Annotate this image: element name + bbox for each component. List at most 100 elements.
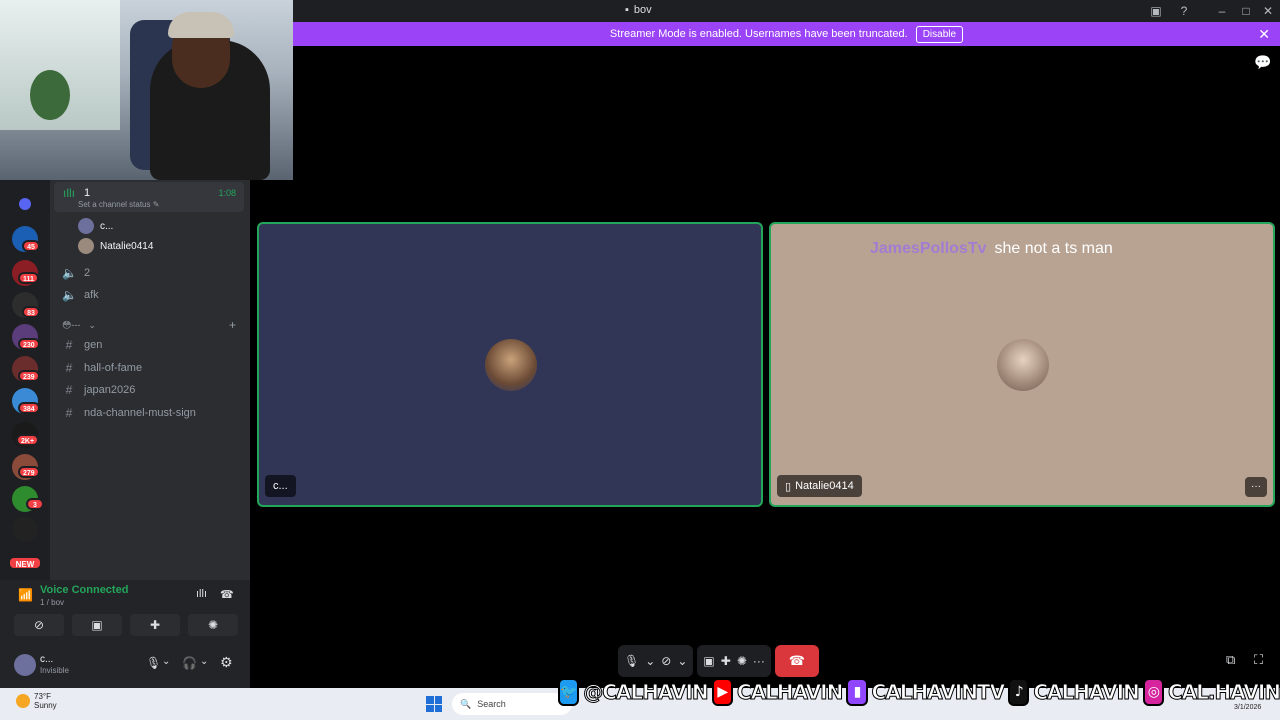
search-icon: 🔍 <box>460 698 472 709</box>
user-status: Invisible <box>40 666 69 675</box>
video-off-button[interactable]: ⊘ <box>14 614 64 636</box>
headphones-icon[interactable]: 🎧 <box>182 656 197 670</box>
camera-off-button[interactable]: ⊘ <box>661 654 671 668</box>
new-badge: NEW <box>8 556 42 570</box>
text-channel-hall-of-fame[interactable]: # hall-of-fame <box>58 357 244 379</box>
stream-chat-overlay: JamesPollosTv she not a ts man <box>870 240 1113 258</box>
chat-icon[interactable]: 💬 <box>1254 54 1271 71</box>
username: c... <box>40 654 54 665</box>
youtube-icon: ▶ <box>711 678 733 706</box>
chevron-down-icon: ⌄ <box>88 319 96 330</box>
add-channel-icon[interactable]: + <box>229 318 236 332</box>
hang-up-button[interactable]: ☎ <box>774 645 819 677</box>
fullscreen-icon[interactable]: ⛶ <box>1254 652 1263 668</box>
chevron-down-icon[interactable]: ⌄ <box>200 656 208 667</box>
action-control-group: ▣ ✚ ✺ ··· <box>697 645 771 677</box>
windows-start-icon[interactable] <box>426 696 442 712</box>
participant-name-tag: ▯ Natalie0414 <box>777 475 862 497</box>
call-timer: 1:08 <box>218 188 236 198</box>
voice-channel-path[interactable]: 1 / bov <box>40 598 64 607</box>
dm-folder-icon[interactable] <box>19 198 31 210</box>
category-header[interactable]: 😳--- ⌄ + <box>58 314 244 336</box>
mention-badge: 230 <box>18 338 40 350</box>
close-window-button[interactable]: ✕ <box>1260 3 1276 19</box>
voice-channel-afk[interactable]: 🔈 afk <box>58 284 244 306</box>
mention-badge: 83 <box>22 306 40 318</box>
weather-widget[interactable]: 73°F Sunny <box>16 692 57 710</box>
webcam-overlay <box>0 0 293 180</box>
mic-control-group: 🎙 ⌄ ⊘ ⌄ <box>618 645 694 677</box>
minimize-button[interactable]: – <box>1214 3 1230 19</box>
voice-activity-icon: ıllı <box>63 186 75 200</box>
close-icon[interactable]: ✕ <box>1258 26 1270 43</box>
channel-list: ıllı 1 1:08 Set a channel status ✎ c... … <box>50 180 250 580</box>
hash-icon: # <box>65 406 73 420</box>
social-handles-overlay: 🐦 @CALHAVIN ▶ CALHAVIN ▮ CALHAVINTV ♪ CA… <box>558 674 1280 710</box>
text-channel-nda[interactable]: # nda-channel-must-sign <box>58 402 244 424</box>
disable-streamer-mode-button[interactable]: Disable <box>915 25 964 43</box>
voice-panel: 📶 Voice Connected 1 / bov ıllı ☎ ⊘ ▣ ✚ ✺… <box>0 580 250 688</box>
participant-avatar <box>485 339 537 391</box>
taskbar-search[interactable]: 🔍 Search <box>452 693 572 715</box>
chevron-down-icon[interactable]: ⌄ <box>162 656 170 667</box>
streamer-mode-banner: Streamer Mode is enabled. Usernames have… <box>293 22 1280 46</box>
more-button[interactable]: ··· <box>753 654 765 668</box>
window-title: ▪ bov <box>625 4 652 16</box>
popout-icon[interactable]: ⧉ <box>1226 652 1235 668</box>
server-icon: ▪ <box>625 4 629 16</box>
avatar <box>78 238 94 254</box>
twitch-icon: ▮ <box>846 678 868 706</box>
speaker-icon: 🔈 <box>62 288 77 302</box>
voice-channel-2[interactable]: 🔈 2 <box>58 262 244 284</box>
maximize-button[interactable]: □ <box>1238 3 1254 19</box>
screen-share-button[interactable]: ▣ <box>703 654 714 668</box>
twitter-icon: 🐦 <box>558 678 580 706</box>
gear-icon[interactable]: ⚙ <box>220 654 233 671</box>
soundboard-button[interactable]: ✺ <box>188 614 238 636</box>
instagram-icon: ◎ <box>1142 678 1164 706</box>
signal-icon: 📶 <box>18 588 33 602</box>
channel-status-input[interactable]: Set a channel status ✎ <box>78 200 159 209</box>
activities-button[interactable]: ✚ <box>721 654 731 668</box>
text-channel-gen[interactable]: # gen <box>58 334 244 356</box>
disconnect-icon[interactable]: ☎ <box>220 588 234 601</box>
mention-badge: 279 <box>18 466 40 478</box>
avatar <box>78 218 94 234</box>
server-icon[interactable] <box>12 516 38 542</box>
screen-share-button[interactable]: ▣ <box>72 614 122 636</box>
chat-message: she not a ts man <box>994 240 1113 257</box>
hash-icon: # <box>65 338 73 352</box>
microphone-button[interactable]: 🎙 <box>624 654 639 668</box>
banner-text: Streamer Mode is enabled. Usernames have… <box>609 28 908 40</box>
voice-connected-label: Voice Connected <box>40 584 129 596</box>
tiktok-icon: ♪ <box>1008 678 1030 706</box>
participant-name-tag: c... <box>265 475 296 497</box>
voice-member[interactable]: c... <box>78 218 113 234</box>
more-options-button[interactable]: ··· <box>1245 477 1267 497</box>
hash-icon: # <box>65 383 73 397</box>
screen-share-icon[interactable]: ▣ <box>1148 3 1164 19</box>
voice-member[interactable]: Natalie0414 <box>78 238 153 254</box>
chevron-down-icon[interactable]: ⌄ <box>645 654 655 668</box>
mention-badge: 3 <box>26 498 44 510</box>
chevron-down-icon[interactable]: ⌄ <box>677 654 687 668</box>
mention-badge: 111 <box>18 272 39 284</box>
mention-badge: 2K+ <box>16 434 40 446</box>
video-tile[interactable]: ▯ Natalie0414 ··· <box>769 222 1275 507</box>
sun-icon <box>16 694 30 708</box>
speaker-icon: 🔈 <box>62 266 77 280</box>
hash-icon: # <box>65 361 73 375</box>
microphone-icon[interactable]: 🎙 <box>146 656 161 670</box>
mention-badge: 384 <box>18 402 40 414</box>
avatar[interactable] <box>14 654 36 676</box>
soundboard-button[interactable]: ✺ <box>737 654 747 668</box>
mobile-icon: ▯ <box>785 480 792 493</box>
noise-suppression-icon[interactable]: ıllı <box>196 588 207 600</box>
activities-button[interactable]: ✚ <box>130 614 180 636</box>
participant-avatar <box>997 339 1049 391</box>
mention-badge: 45 <box>22 240 40 252</box>
help-icon[interactable]: ? <box>1176 3 1192 19</box>
pencil-icon: ✎ <box>152 200 160 209</box>
text-channel-japan2026[interactable]: # japan2026 <box>58 379 244 401</box>
video-tile[interactable]: c... <box>257 222 763 507</box>
